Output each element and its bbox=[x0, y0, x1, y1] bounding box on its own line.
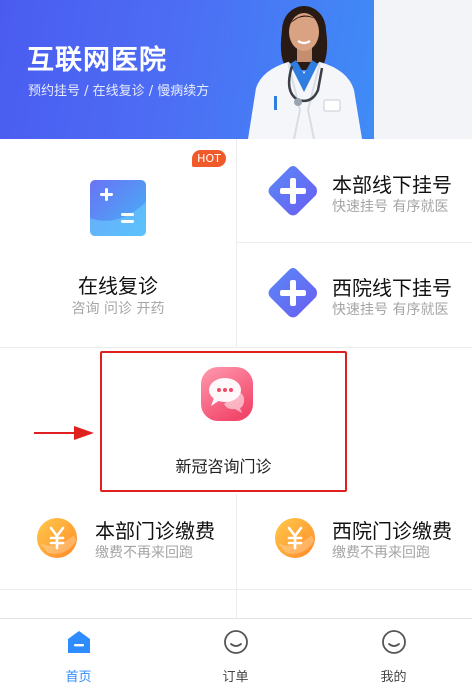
main-payment-subtitle: 缴费不再来回跑 bbox=[95, 545, 193, 561]
tab-orders[interactable]: 订单 bbox=[157, 619, 314, 688]
chat-bubble-icon bbox=[201, 367, 253, 421]
banner-title: 互联网医院 bbox=[27, 45, 167, 76]
main-register-subtitle: 快速挂号 有序就医 bbox=[332, 199, 449, 215]
tab-home[interactable]: 首页 bbox=[0, 619, 157, 688]
west-register-subtitle: 快速挂号 有序就医 bbox=[332, 302, 449, 318]
bottom-tab-bar: 首页 订单 我的 bbox=[0, 618, 472, 688]
home-icon bbox=[67, 631, 90, 653]
yuan-coin-icon bbox=[275, 518, 315, 558]
register-plus-icon bbox=[268, 268, 317, 318]
banner-subtitle: 预约挂号 / 在线复诊 / 慢病续方 bbox=[28, 84, 210, 99]
arrow-right-icon bbox=[34, 426, 94, 440]
tab-profile-label: 我的 bbox=[380, 670, 407, 685]
register-plus-icon bbox=[268, 166, 317, 216]
hospital-banner[interactable]: 互联网医院 预约挂号 / 在线复诊 / 慢病续方 bbox=[0, 0, 374, 139]
covid-consult-title: 新冠咨询门诊 bbox=[175, 457, 272, 476]
tab-profile[interactable]: 我的 bbox=[315, 619, 472, 688]
banner-side-panel bbox=[374, 0, 472, 139]
west-payment-card[interactable]: 西院门诊缴费 缴费不再来回跑 bbox=[236, 494, 472, 589]
main-register-title: 本部线下挂号 bbox=[332, 173, 452, 197]
main-payment-card[interactable]: 本部门诊缴费 缴费不再来回跑 bbox=[0, 494, 236, 589]
smile-icon bbox=[223, 630, 248, 654]
tab-orders-label: 订单 bbox=[222, 670, 249, 685]
west-register-card[interactable]: 西院线下挂号 快速挂号 有序就医 bbox=[236, 242, 472, 347]
grid-divider bbox=[0, 347, 472, 348]
grid-divider bbox=[0, 589, 472, 590]
main-register-card[interactable]: 本部线下挂号 快速挂号 有序就医 bbox=[236, 139, 472, 242]
smile-icon bbox=[381, 630, 406, 654]
tab-home-label: 首页 bbox=[65, 670, 92, 685]
west-register-title: 西院线下挂号 bbox=[332, 276, 452, 300]
revisit-subtitle: 咨询 问诊 开药 bbox=[71, 301, 165, 317]
revisit-calculator-icon bbox=[90, 180, 146, 236]
doctor-illustration bbox=[248, 6, 362, 139]
online-revisit-card[interactable]: HOT 在线复诊 咨询 问诊 开药 bbox=[0, 139, 236, 347]
main-payment-title: 本部门诊缴费 bbox=[95, 519, 215, 543]
west-payment-title: 西院门诊缴费 bbox=[332, 519, 452, 543]
covid-consult-card[interactable]: 新冠咨询门诊 bbox=[100, 351, 347, 492]
yuan-coin-icon bbox=[37, 518, 77, 558]
hot-badge: HOT bbox=[192, 150, 226, 167]
revisit-title: 在线复诊 bbox=[78, 274, 158, 298]
west-payment-subtitle: 缴费不再来回跑 bbox=[332, 545, 430, 561]
